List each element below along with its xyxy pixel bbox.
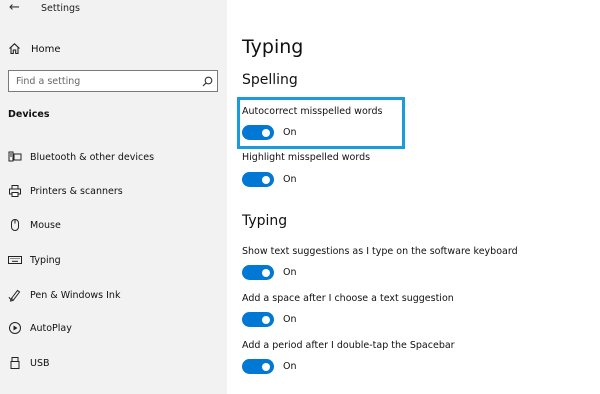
sidebar-item-label: Mouse [30,219,61,231]
home-icon [8,40,21,59]
toggle-knob [262,175,270,184]
toggle-state-highlight: On [283,174,297,185]
toggle-state-text-suggestions: On [283,267,297,278]
toggle-knob [262,362,270,371]
toggle-knob [262,315,270,324]
setting-label-add-space: Add a space after I choose a text sugges… [242,293,454,304]
sidebar-item-label: USB [30,357,50,369]
toggle-autocorrect[interactable] [242,125,274,140]
toggle-highlight[interactable] [242,172,274,187]
toggle-state-add-period: On [283,361,297,372]
sidebar-item-typing[interactable]: Typing [8,251,61,269]
setting-label-highlight: Highlight misspelled words [242,152,371,163]
sidebar-item-autoplay[interactable]: AutoPlay [8,319,72,337]
setting-label-autocorrect: Autocorrect misspelled words [242,106,383,117]
toggle-add-space[interactable] [242,312,274,327]
toggle-state-autocorrect: On [283,127,297,138]
sidebar-item-printers[interactable]: Printers & scanners [8,182,123,200]
usb-icon [8,356,22,370]
toggle-knob [262,268,270,277]
keyboard-icon [8,253,22,267]
section-heading-spelling: Spelling [242,72,298,88]
section-heading-typing: Typing [242,213,288,229]
toggle-add-period[interactable] [242,359,274,374]
autoplay-icon [8,321,22,335]
app-title: Settings [41,3,80,14]
sidebar: ← Settings Home Devices Bluetooth & othe… [0,0,227,394]
sidebar-item-bluetooth[interactable]: Bluetooth & other devices [8,148,154,166]
toggle-state-add-space: On [283,314,297,325]
setting-label-text-suggestions: Show text suggestions as I type on the s… [242,246,518,257]
sidebar-item-label: Bluetooth & other devices [30,151,155,163]
highlight-box [237,97,405,149]
sidebar-item-pen[interactable]: Pen & Windows Ink [8,286,120,304]
toggle-knob [262,128,270,137]
sidebar-item-label: Pen & Windows Ink [30,289,121,301]
home-label: Home [31,43,61,55]
sidebar-item-label: Printers & scanners [30,185,123,197]
search-input[interactable] [9,75,197,87]
sidebar-item-label: AutoPlay [30,322,72,334]
sidebar-item-label: Typing [30,254,61,266]
main-content: Typing Spelling Autocorrect misspelled w… [227,0,600,394]
search-box[interactable] [8,70,218,92]
mouse-icon [8,218,22,232]
toggle-text-suggestions[interactable] [242,265,274,280]
printer-icon [8,184,22,198]
back-arrow-icon[interactable]: ← [9,0,20,15]
pen-icon [8,288,22,302]
setting-label-add-period: Add a period after I double-tap the Spac… [242,340,455,351]
page-title: Typing [242,36,304,58]
bluetooth-devices-icon [8,150,22,164]
sidebar-item-usb[interactable]: USB [8,354,50,372]
section-label-devices: Devices [8,109,50,120]
sidebar-item-mouse[interactable]: Mouse [8,216,61,234]
home-nav-item[interactable]: Home [8,40,61,58]
search-icon[interactable] [197,76,217,87]
